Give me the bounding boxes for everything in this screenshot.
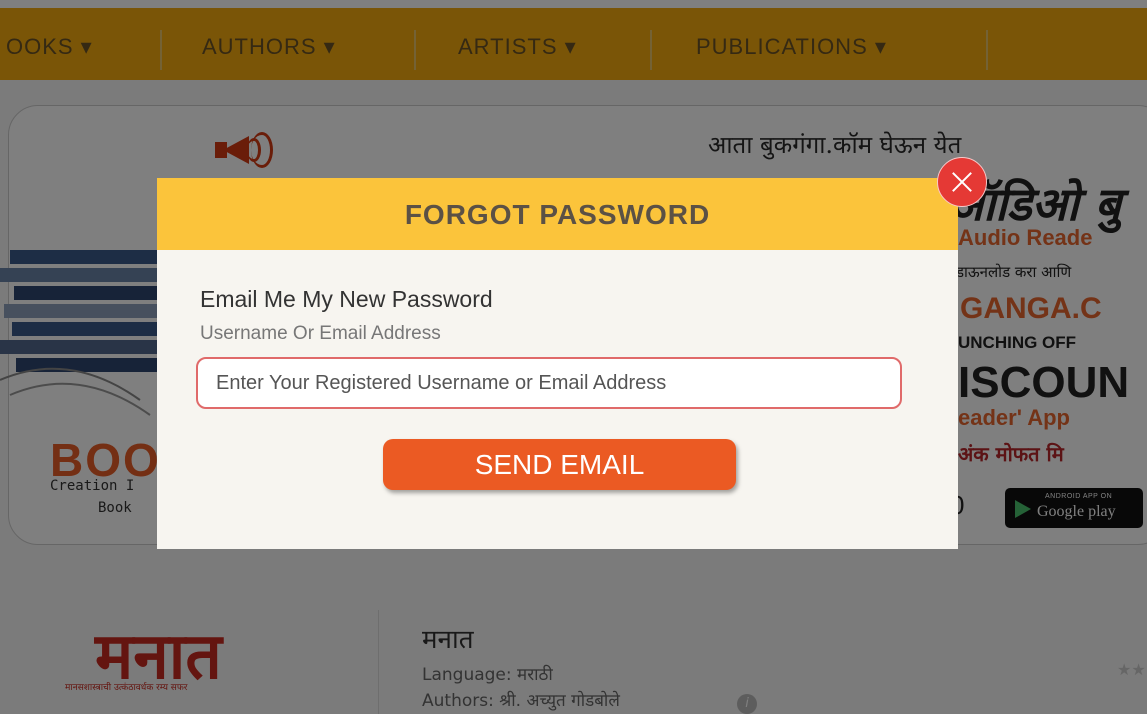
send-email-button[interactable]: SEND EMAIL (383, 439, 736, 490)
username-email-input[interactable] (196, 357, 902, 409)
username-email-label: Username Or Email Address (200, 323, 441, 344)
modal-header: FORGOT PASSWORD (157, 178, 958, 250)
modal-title: FORGOT PASSWORD (404, 199, 711, 230)
close-button[interactable] (937, 157, 987, 207)
form-heading: Email Me My New Password (200, 286, 493, 312)
